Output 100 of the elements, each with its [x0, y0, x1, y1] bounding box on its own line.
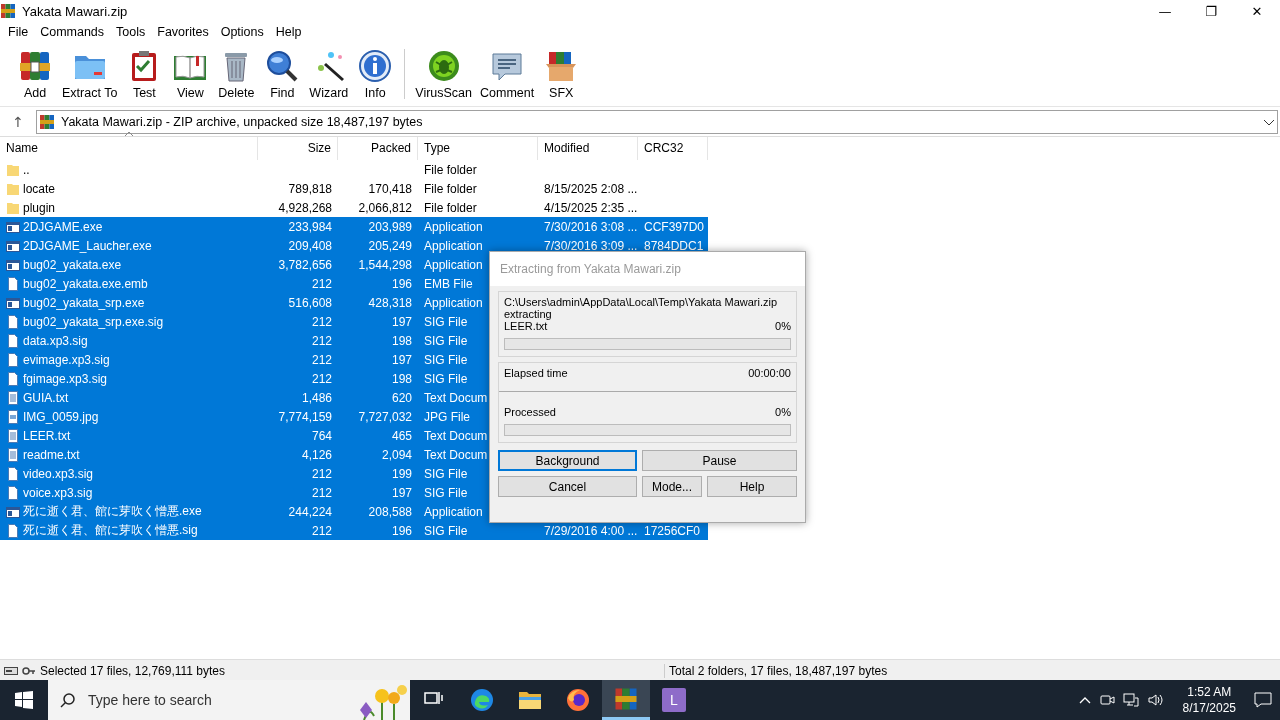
- file-name: readme.txt: [23, 447, 80, 462]
- column-header[interactable]: Packed: [338, 137, 418, 160]
- file-name: bug02_yakata_srp.exe.sig: [23, 314, 164, 329]
- table-cell: SIG File: [424, 485, 468, 500]
- column-header[interactable]: Modified: [538, 137, 638, 160]
- archive-books-icon: [20, 52, 50, 80]
- dialog-button[interactable]: Help: [707, 476, 797, 497]
- file-icon: [6, 485, 20, 500]
- dialog-button[interactable]: Mode...: [642, 476, 702, 497]
- column-header[interactable]: Name: [0, 137, 258, 160]
- table-cell: 4/15/2025 2:35 ...: [544, 200, 638, 215]
- file-name: locate: [23, 181, 56, 196]
- table-cell: 205,249: [368, 238, 412, 253]
- table-cell: CCF397D0: [644, 219, 705, 234]
- table-cell: EMB File: [424, 276, 473, 291]
- file-row[interactable]: plugin 4,928,268 2,066,812 File folder 4/15/2025 2:35 ...: [0, 198, 708, 217]
- file-row[interactable]: 2DJGAME.exe 233,984 203,989 Application 7/30/2016 3:08 ... CCF397D0: [0, 217, 708, 236]
- toolbar-button[interactable]: Delete: [213, 46, 260, 102]
- table-cell: 196: [391, 523, 412, 538]
- table-cell: Application: [424, 219, 483, 234]
- table-cell: 2,094: [381, 447, 412, 462]
- table-cell: File folder: [424, 162, 477, 177]
- file-row[interactable]: .. File folder: [0, 160, 708, 179]
- chevron-up-icon[interactable]: [1078, 696, 1091, 704]
- menu-item[interactable]: Favorites: [151, 25, 215, 39]
- table-cell: SIG File: [424, 314, 468, 329]
- search-field[interactable]: Type here to search: [48, 680, 410, 720]
- dialog-button[interactable]: Pause: [642, 450, 797, 471]
- notification-icon[interactable]: [1254, 692, 1272, 708]
- address-field[interactable]: Yakata Mawari.zip - ZIP archive, unpacked size 18,487,197 bytes: [36, 110, 1278, 134]
- dialog-button[interactable]: Background: [498, 450, 637, 471]
- text-file-icon: [6, 447, 20, 462]
- menu-item[interactable]: Help: [269, 25, 308, 39]
- magnifier-icon: [267, 51, 298, 82]
- file-name: evimage.xp3.sig: [23, 352, 110, 367]
- file-row[interactable]: locate 789,818 170,418 File folder 8/15/2025 2:08 ...: [0, 179, 708, 198]
- file-icon: [6, 276, 20, 291]
- file-name: bug02_yakata_srp.exe: [23, 295, 145, 310]
- table-cell: 7,774,159: [278, 409, 332, 424]
- table-cell: 212: [311, 352, 332, 367]
- file-name: data.xp3.sig: [23, 333, 88, 348]
- speech-bubble-icon: [492, 53, 522, 81]
- toolbar-button[interactable]: Info: [352, 46, 399, 102]
- column-header[interactable]: Size: [258, 137, 338, 160]
- table-cell: Text Docum: [424, 428, 488, 443]
- table-cell: 244,224: [288, 504, 332, 519]
- table-cell: File folder: [424, 200, 477, 215]
- file-name: LEER.txt: [23, 428, 71, 443]
- toolbar-button[interactable]: VirusScan: [411, 46, 476, 102]
- folder-icon: [6, 181, 20, 196]
- archive-books-icon: [614, 686, 638, 711]
- speaker-icon[interactable]: [1146, 692, 1165, 708]
- toolbar-button[interactable]: Find: [259, 46, 306, 102]
- toolbar-button[interactable]: View: [167, 46, 214, 102]
- app-logo-icon: [0, 3, 16, 19]
- table-cell: 233,984: [288, 219, 332, 234]
- up-button[interactable]: ↑: [0, 114, 36, 130]
- magic-wand-icon: [317, 52, 344, 82]
- taskbar-app-button[interactable]: [602, 680, 650, 720]
- maximize-button[interactable]: ❐: [1188, 0, 1234, 22]
- menu-item[interactable]: File: [2, 25, 35, 39]
- dialog-button[interactable]: Cancel: [498, 476, 637, 497]
- toolbar-button[interactable]: Extract To: [58, 46, 122, 102]
- minimize-button[interactable]: —: [1142, 0, 1188, 22]
- file-row[interactable]: 2DJGAME_Laucher.exe 209,408 205,249 Application 7/30/2016 3:09 ... 8784DDC1: [0, 236, 708, 255]
- table-cell: SIG File: [424, 352, 468, 367]
- app-letter-icon: L: [662, 688, 686, 712]
- application-icon: [6, 219, 20, 234]
- column-header[interactable]: CRC32: [638, 137, 708, 160]
- toolbar-button[interactable]: Add: [12, 46, 58, 102]
- table-cell: Text Docum: [424, 390, 488, 405]
- firefox-icon: [566, 688, 590, 712]
- network-icon[interactable]: [1122, 692, 1139, 708]
- table-cell: 197: [391, 314, 412, 329]
- toolbar-button[interactable]: SFX: [538, 46, 585, 102]
- processed-label: Processed: [504, 406, 556, 418]
- file-row[interactable]: 死に逝く君、館に芽吹く憎悪.sig 212 196 SIG File 7/29/2016 4:00 ... 17256CF0: [0, 521, 708, 540]
- meet-icon[interactable]: [1098, 692, 1115, 708]
- menu-item[interactable]: Commands: [34, 25, 111, 39]
- text-file-icon: [6, 390, 20, 405]
- taskbar-app-button[interactable]: L: [650, 680, 698, 720]
- toolbar-button[interactable]: Wizard: [305, 46, 353, 102]
- file-name: 死に逝く君、館に芽吹く憎悪.exe: [23, 503, 202, 520]
- table-cell: Application: [424, 504, 483, 519]
- table-cell: 8784DDC1: [644, 238, 704, 253]
- clock[interactable]: 1:52 AM 8/17/2025: [1182, 684, 1236, 716]
- close-button[interactable]: ✕: [1234, 0, 1280, 22]
- table-cell: 212: [311, 371, 332, 386]
- toolbar-button[interactable]: Test: [121, 46, 168, 102]
- bug-icon: [428, 51, 459, 81]
- file-name: GUIA.txt: [23, 390, 69, 405]
- toolbar-button[interactable]: Comment: [476, 46, 539, 102]
- file-icon: [6, 352, 20, 367]
- menu-item[interactable]: Options: [214, 25, 270, 39]
- table-cell: 212: [311, 485, 332, 500]
- column-header[interactable]: Type: [418, 137, 538, 160]
- table-cell: 208,588: [368, 504, 412, 519]
- table-cell: 1,486: [301, 390, 332, 405]
- table-cell: 3,782,656: [278, 257, 332, 272]
- menu-item[interactable]: Tools: [110, 25, 152, 39]
